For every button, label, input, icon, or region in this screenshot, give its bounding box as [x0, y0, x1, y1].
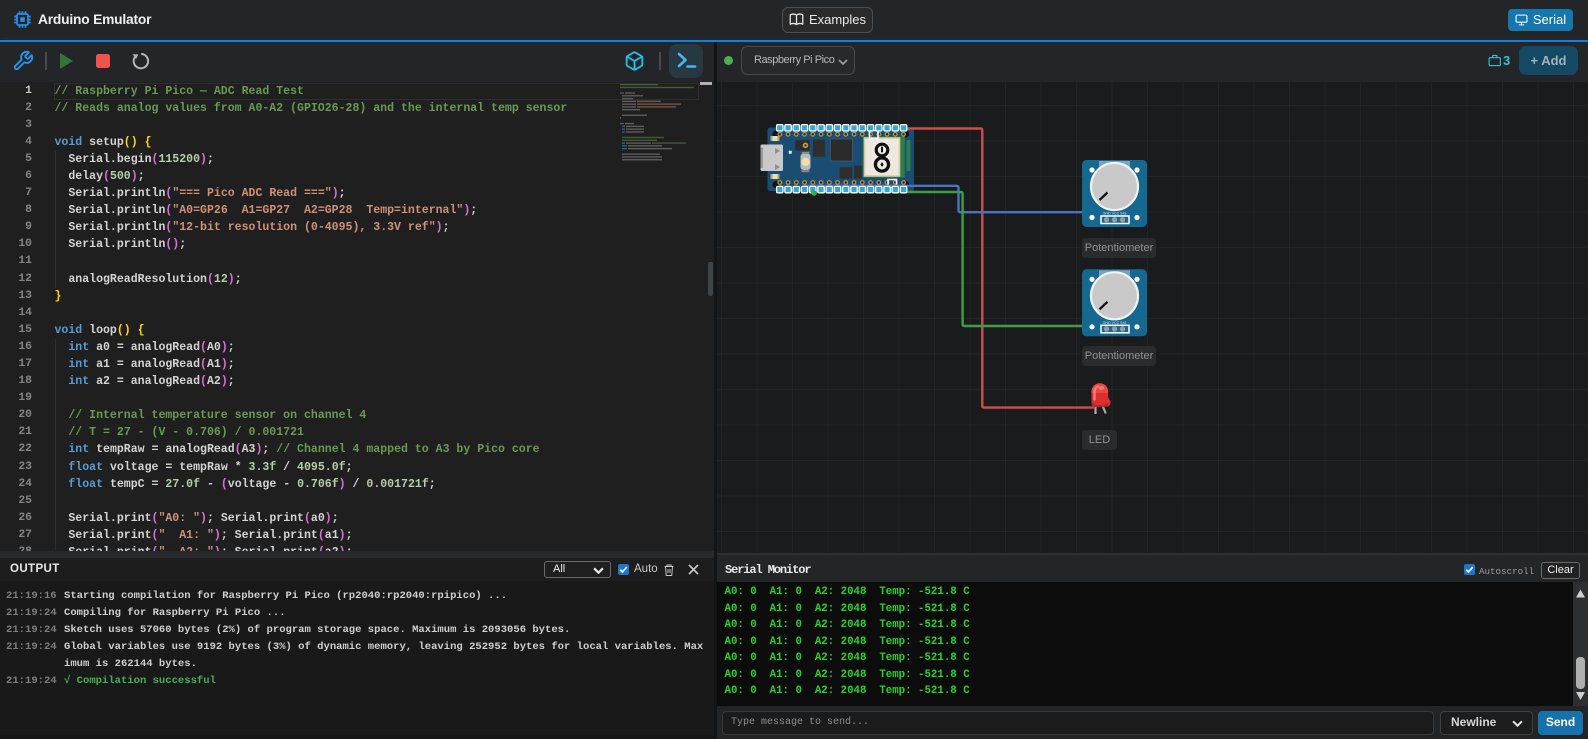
- svg-text:GND VCC SIG: GND VCC SIG: [1103, 320, 1127, 324]
- svg-text:GND VCC SIG: GND VCC SIG: [1103, 211, 1127, 215]
